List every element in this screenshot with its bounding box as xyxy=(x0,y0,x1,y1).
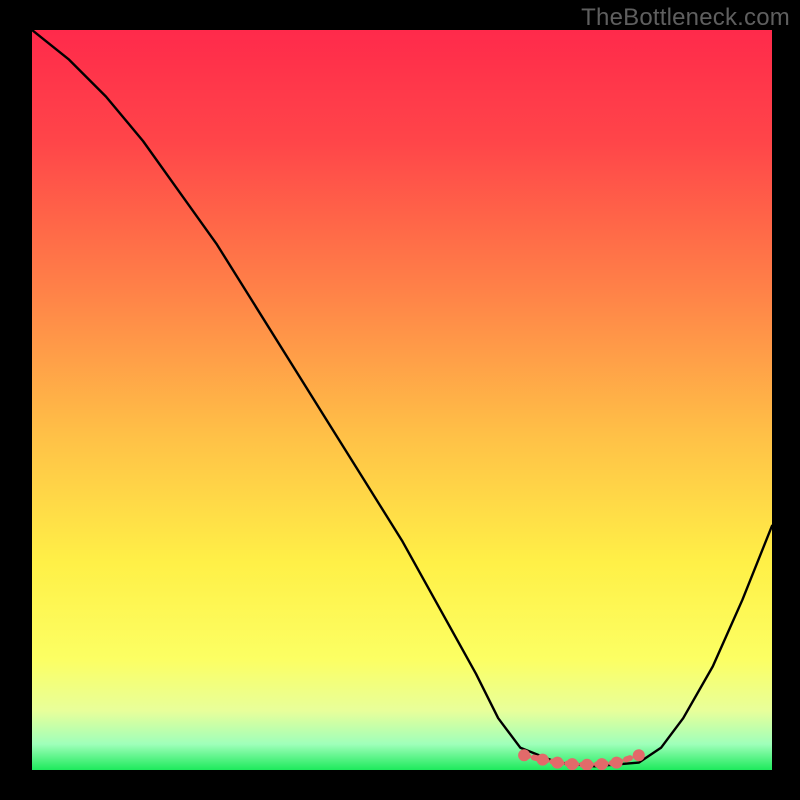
watermark-text: TheBottleneck.com xyxy=(581,4,790,32)
plot-area xyxy=(32,30,772,770)
chart-svg xyxy=(32,30,772,770)
chart-container: TheBottleneck.com xyxy=(0,0,800,800)
